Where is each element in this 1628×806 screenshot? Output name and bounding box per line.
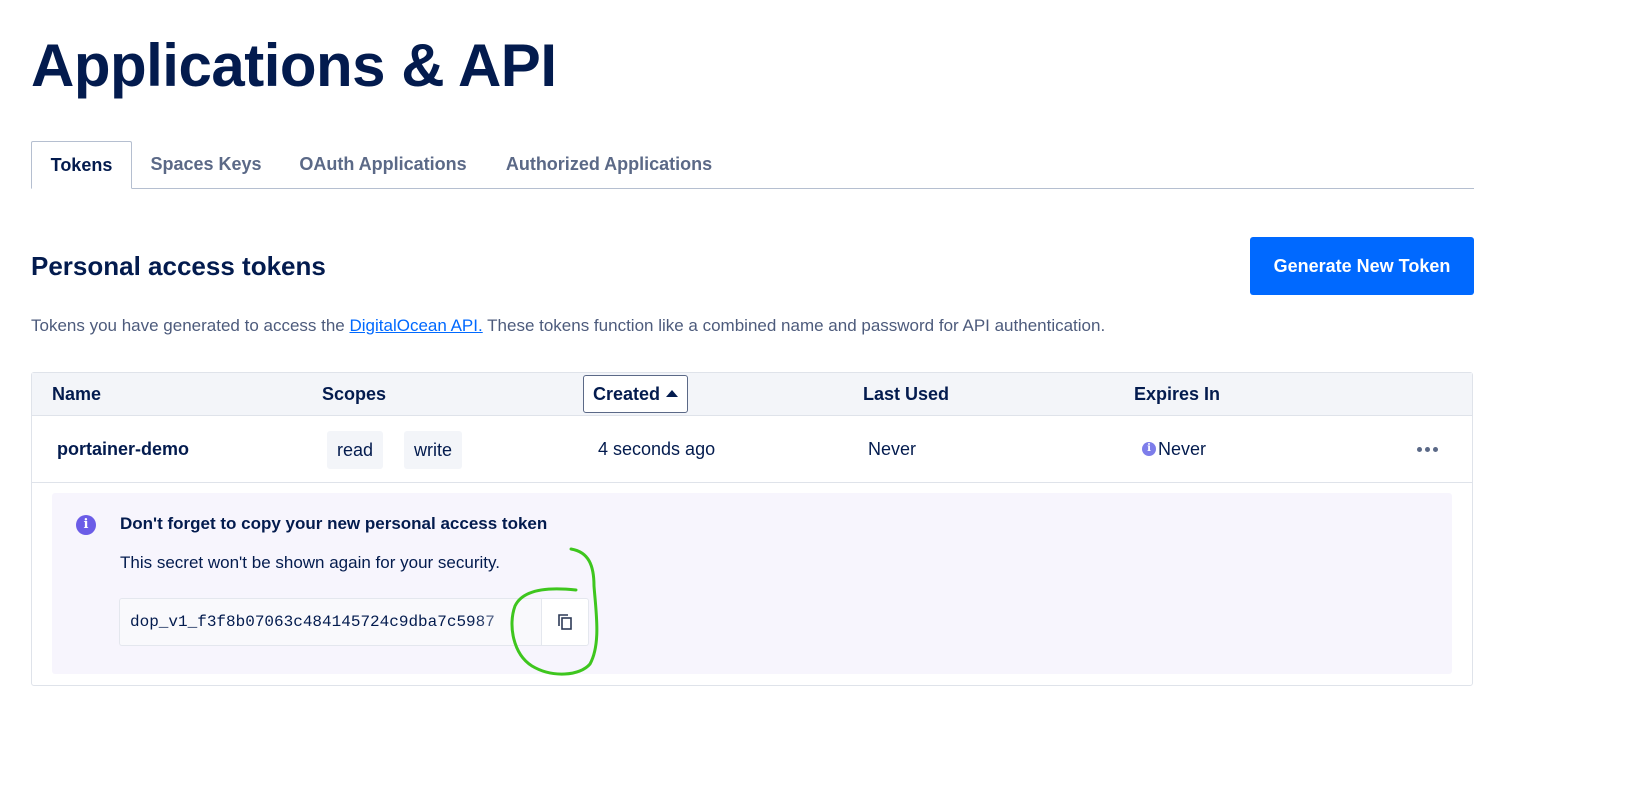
tab-tokens[interactable]: Tokens [31,141,132,189]
more-horizontal-icon [1424,446,1430,452]
new-token-notice: i Don't forget to copy your new personal… [52,493,1452,674]
token-expires-in-value: Never [1158,439,1207,459]
description-text-after: These tokens function like a combined na… [482,316,1106,335]
more-horizontal-icon [1416,446,1422,452]
tab-bar: Tokens Spaces Keys OAuth Applications Au… [31,141,1474,189]
token-fade-overlay [471,599,541,645]
token-created: 4 seconds ago [598,439,716,459]
column-header-last-used: Last Used [863,384,950,404]
column-header-created[interactable]: Created [583,375,689,413]
column-header-scopes: Scopes [322,384,387,404]
token-name: portainer-demo [57,439,190,459]
more-horizontal-icon [1432,446,1438,452]
tab-spaces-keys[interactable]: Spaces Keys [132,141,280,188]
info-icon[interactable]: i [1142,442,1156,457]
column-header-expires-in: Expires In [1134,384,1221,404]
token-expires-in: i Never [1142,416,1206,482]
tokens-table: Name Scopes Created Last Used Expires In… [31,372,1473,686]
table-header: Name Scopes Created Last Used Expires In [32,373,1472,416]
column-header-name: Name [52,384,102,404]
tokens-description: Tokens you have generated to access the … [31,316,1105,336]
section-title: Personal access tokens [31,251,326,281]
token-value: dop_v1_f3f8b07063c484145724c9dba7c5987 [130,613,495,631]
notice-title: Don't forget to copy your new personal a… [120,514,548,533]
notice-body: This secret won't be shown again for you… [120,553,500,572]
digitalocean-api-link[interactable]: DigitalOcean API. [349,316,482,335]
column-header-created-label: Created [593,384,661,404]
tab-authorized-applications[interactable]: Authorized Applications [486,141,732,188]
tab-oauth-applications[interactable]: OAuth Applications [280,141,486,188]
page-title: Applications & API [31,32,557,99]
scope-badge-write: write [404,431,463,469]
scope-badge-read: read [327,431,384,469]
table-row: portainer-demo read write 4 seconds ago … [32,416,1472,483]
generate-new-token-button[interactable]: Generate New Token [1250,237,1474,295]
description-text-before: Tokens you have generated to access the [31,316,350,335]
info-icon: i [76,515,96,535]
token-value-field[interactable]: dop_v1_f3f8b07063c484145724c9dba7c5987 [119,598,541,646]
copy-icon [558,614,572,630]
more-options-button[interactable] [1407,436,1447,462]
token-last-used: Never [868,439,917,459]
copy-token-button[interactable] [541,598,589,646]
sort-ascending-icon [666,389,679,397]
